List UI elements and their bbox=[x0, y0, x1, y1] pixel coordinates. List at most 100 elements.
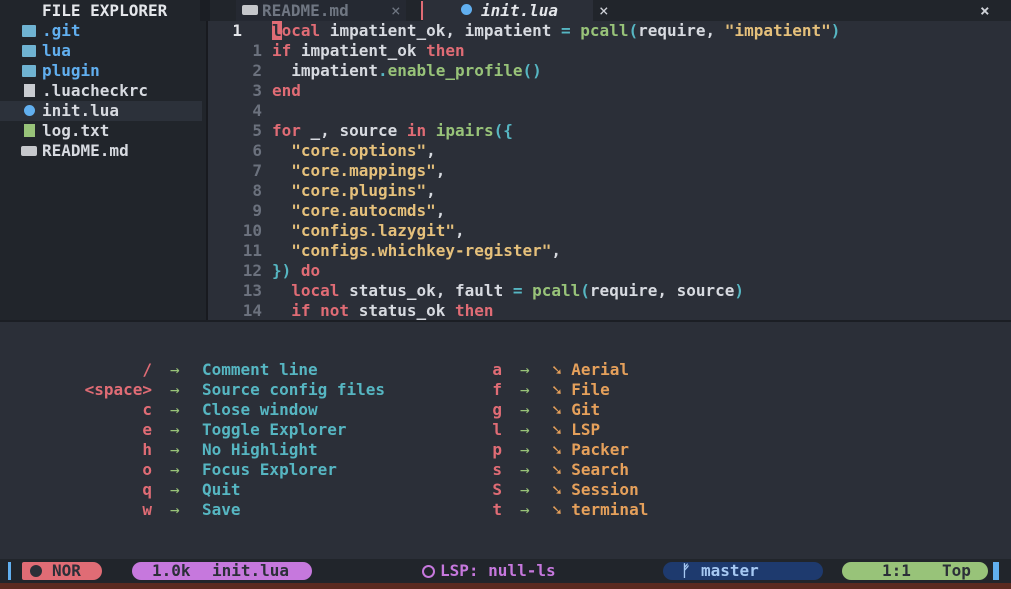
line-number: 12 bbox=[242, 261, 262, 280]
code-line[interactable]: "core.mappings", bbox=[272, 161, 445, 181]
line-number: 13 bbox=[242, 281, 262, 300]
explorer-item-label: plugin bbox=[42, 61, 100, 80]
cursor-position: 1:1 Top bbox=[842, 562, 988, 580]
line-number: 10 bbox=[242, 221, 262, 240]
which-key-key: p bbox=[492, 440, 502, 459]
code-line[interactable]: "configs.lazygit", bbox=[272, 221, 464, 241]
tab-gap bbox=[200, 0, 210, 21]
code-line[interactable]: end bbox=[272, 81, 301, 101]
line-number: 4 bbox=[252, 101, 262, 120]
explorer-item-lua[interactable]: lua bbox=[0, 41, 202, 61]
code-line[interactable]: local impatient_ok, impatient = pcall(re… bbox=[272, 21, 840, 41]
scroll-percent: Top bbox=[942, 561, 971, 580]
explorer-title: FILE EXPLORER bbox=[0, 0, 200, 21]
file-info: 1.0k init.lua bbox=[132, 562, 312, 580]
which-key-description: ➘ Git bbox=[552, 400, 601, 419]
which-key-description: ➘ Session bbox=[552, 480, 639, 499]
explorer-item-plugin[interactable]: plugin bbox=[0, 61, 202, 81]
code-line[interactable]: local status_ok, fault = pcall(require, … bbox=[272, 281, 744, 301]
mode-label: NOR bbox=[52, 561, 81, 580]
line-number: 7 bbox=[252, 161, 262, 180]
code-line[interactable]: impatient.enable_profile() bbox=[272, 61, 541, 81]
explorer-item-label: .luacheckrc bbox=[42, 81, 148, 100]
code-line[interactable]: }) do bbox=[272, 261, 320, 281]
line-number: 2 bbox=[252, 61, 262, 80]
arrow-right-icon: → bbox=[520, 360, 530, 379]
arrow-right-icon: → bbox=[520, 420, 530, 439]
which-key-key: a bbox=[492, 360, 502, 379]
which-key-key: s bbox=[492, 460, 502, 479]
lsp-label: LSP: null-ls bbox=[440, 561, 556, 580]
code-line[interactable]: "core.plugins", bbox=[272, 181, 436, 201]
explorer-item-label: .git bbox=[42, 21, 81, 40]
which-key-description: ➘ File bbox=[552, 380, 610, 399]
close-icon[interactable]: × bbox=[599, 0, 609, 21]
close-all-icon[interactable]: × bbox=[980, 0, 996, 21]
folder-icon bbox=[22, 45, 36, 57]
which-key-entry[interactable]: p → ➘ Packer bbox=[0, 440, 1011, 460]
which-key-key: S bbox=[492, 480, 502, 499]
line-number: 1 bbox=[252, 41, 262, 60]
close-icon[interactable]: × bbox=[391, 0, 401, 21]
tab-readme[interactable]: README.md × bbox=[236, 0, 406, 21]
which-key-entry[interactable]: S → ➘ Session bbox=[0, 480, 1011, 500]
explorer-item-log-txt[interactable]: log.txt bbox=[0, 121, 202, 141]
which-key-entry[interactable]: g → ➘ Git bbox=[0, 400, 1011, 420]
which-key-entry[interactable]: l → ➘ LSP bbox=[0, 420, 1011, 440]
markdown-icon bbox=[242, 5, 258, 15]
tab-init-lua[interactable]: init.lua × bbox=[423, 0, 609, 21]
line-number: 11 bbox=[242, 241, 262, 260]
which-key-entry[interactable]: f → ➘ File bbox=[0, 380, 1011, 400]
file-name: init.lua bbox=[212, 561, 290, 580]
explorer-item-label: lua bbox=[42, 41, 71, 60]
file-size: 1.0k bbox=[152, 561, 191, 580]
which-key-key: l bbox=[492, 420, 502, 439]
statusline-right-edge bbox=[993, 562, 999, 580]
which-key-key: t bbox=[492, 500, 502, 519]
arrow-right-icon: → bbox=[520, 400, 530, 419]
file-explorer: .git lua plugin .luacheckrc init.lua log… bbox=[0, 21, 206, 320]
line-number: 5 bbox=[252, 121, 262, 140]
mode-icon bbox=[30, 565, 42, 577]
branch-name: master bbox=[701, 561, 759, 580]
code-line[interactable]: if impatient_ok then bbox=[272, 41, 465, 61]
desktop-background-strip bbox=[0, 583, 1011, 589]
file-icon bbox=[24, 84, 35, 97]
which-key-entry[interactable]: s → ➘ Search bbox=[0, 460, 1011, 480]
tab-label: init.lua bbox=[481, 1, 559, 20]
which-key-key: f bbox=[492, 380, 502, 399]
tabline: FILE EXPLORER README.md × init.lua × × bbox=[0, 0, 1011, 21]
which-key-description: ➘ terminal bbox=[552, 500, 649, 519]
which-key-description: ➘ LSP bbox=[552, 420, 601, 439]
arrow-right-icon: → bbox=[520, 440, 530, 459]
code-line[interactable]: "configs.whichkey-register", bbox=[272, 241, 561, 261]
git-branch[interactable]: ᚠ master bbox=[663, 562, 823, 580]
arrow-right-icon: → bbox=[520, 500, 530, 519]
code-line[interactable]: for _, source in ipairs({ bbox=[272, 121, 513, 141]
which-key-entry[interactable]: t → ➘ terminal bbox=[0, 500, 1011, 520]
line-number: 9 bbox=[252, 201, 262, 220]
text-file-icon bbox=[24, 124, 35, 137]
explorer-item-git[interactable]: .git bbox=[0, 21, 202, 41]
which-key-description: ➘ Packer bbox=[552, 440, 630, 459]
which-key-entry[interactable]: a → ➘ Aerial bbox=[0, 360, 1011, 380]
line-number: 14 bbox=[242, 301, 262, 320]
code-editor[interactable]: 1 local impatient_ok, impatient = pcall(… bbox=[208, 21, 992, 320]
line-number: 6 bbox=[252, 141, 262, 160]
line-number: 8 bbox=[252, 181, 262, 200]
explorer-item-init-lua[interactable]: init.lua bbox=[0, 101, 202, 121]
explorer-title-label: FILE EXPLORER bbox=[42, 1, 168, 20]
explorer-item-readme[interactable]: README.md bbox=[0, 141, 202, 161]
gear-icon bbox=[422, 565, 435, 578]
code-line[interactable]: "core.autocmds", bbox=[272, 201, 445, 221]
line-col: 1:1 bbox=[882, 561, 911, 580]
git-branch-icon: ᚠ bbox=[681, 561, 691, 580]
lua-icon bbox=[461, 4, 472, 15]
line-number: 1 bbox=[232, 21, 242, 40]
code-line[interactable]: if not status_ok then bbox=[272, 301, 493, 321]
editor-scroll-area bbox=[992, 21, 1011, 320]
lsp-status[interactable]: LSP: null-ls bbox=[420, 562, 580, 580]
code-line[interactable]: "core.options", bbox=[272, 141, 436, 161]
explorer-item-luacheckrc[interactable]: .luacheckrc bbox=[0, 81, 202, 101]
mode-indicator: NOR bbox=[22, 562, 102, 580]
